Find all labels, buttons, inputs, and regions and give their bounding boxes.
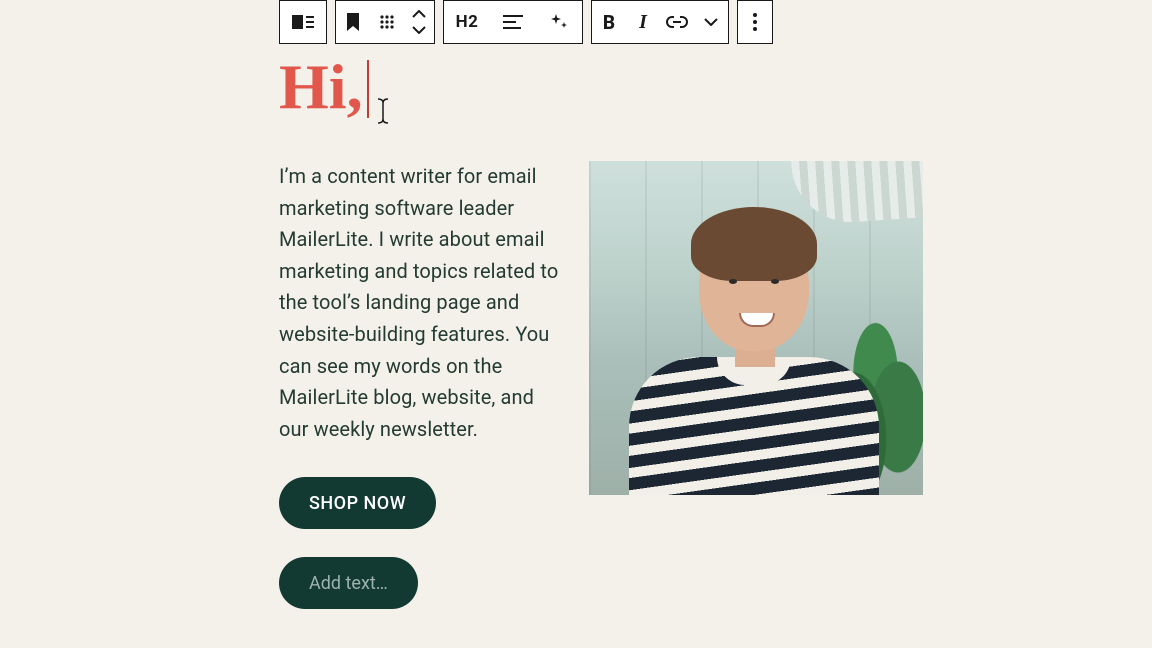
toolbar-group-more bbox=[737, 0, 773, 44]
block-mover bbox=[404, 7, 434, 37]
text-column: I’m a content writer for email marketing… bbox=[279, 161, 559, 609]
link-button[interactable] bbox=[660, 1, 694, 43]
bold-button[interactable]: B bbox=[592, 1, 626, 43]
heading-level-label: H2 bbox=[456, 12, 479, 32]
toolbar-group-move bbox=[335, 0, 435, 44]
align-left-icon bbox=[503, 15, 523, 29]
move-down-button[interactable] bbox=[407, 23, 431, 37]
bookmark-icon bbox=[346, 13, 360, 31]
more-options-button[interactable] bbox=[738, 1, 772, 43]
image-person-eye bbox=[771, 279, 779, 284]
bookmark-button[interactable] bbox=[336, 1, 370, 43]
image-person-eye bbox=[729, 279, 737, 284]
chevron-up-icon bbox=[412, 10, 426, 18]
move-up-button[interactable] bbox=[407, 7, 431, 21]
more-inline-dropdown[interactable] bbox=[694, 1, 728, 43]
italic-label: I bbox=[639, 11, 647, 34]
image-person-hair bbox=[691, 207, 817, 281]
heading-level-button[interactable]: H2 bbox=[444, 1, 490, 43]
chevron-down-icon bbox=[412, 26, 426, 34]
more-vertical-icon bbox=[753, 13, 757, 31]
toolbar-group-inline: B I bbox=[591, 0, 729, 44]
ai-sparkle-icon bbox=[549, 12, 569, 32]
add-text-button[interactable]: Add text… bbox=[279, 557, 418, 609]
chevron-down-icon bbox=[704, 18, 718, 26]
shop-now-button[interactable]: SHOP NOW bbox=[279, 477, 436, 529]
block-type-icon bbox=[292, 13, 314, 31]
body-paragraph[interactable]: I’m a content writer for email marketing… bbox=[279, 161, 559, 445]
bold-label: B bbox=[603, 11, 615, 34]
block-toolbar: H2 B I bbox=[279, 0, 773, 44]
heading-block[interactable]: Hi, bbox=[279, 50, 929, 119]
heading-text: Hi, bbox=[279, 55, 363, 119]
shop-now-label: SHOP NOW bbox=[309, 493, 406, 514]
drag-handle[interactable] bbox=[370, 1, 404, 43]
link-icon bbox=[666, 16, 688, 28]
editor-canvas: Hi, I’m a content writer for email marke… bbox=[279, 50, 929, 609]
text-cursor bbox=[367, 60, 369, 118]
two-column-layout: I’m a content writer for email marketing… bbox=[279, 161, 929, 609]
add-text-placeholder: Add text… bbox=[309, 573, 388, 594]
italic-button[interactable]: I bbox=[626, 1, 660, 43]
block-type-button[interactable] bbox=[280, 1, 326, 43]
toolbar-group-heading: H2 bbox=[443, 0, 583, 44]
ai-assist-button[interactable] bbox=[536, 1, 582, 43]
align-button[interactable] bbox=[490, 1, 536, 43]
drag-handle-icon bbox=[379, 14, 395, 30]
toolbar-group-block bbox=[279, 0, 327, 44]
profile-image[interactable] bbox=[589, 161, 923, 495]
